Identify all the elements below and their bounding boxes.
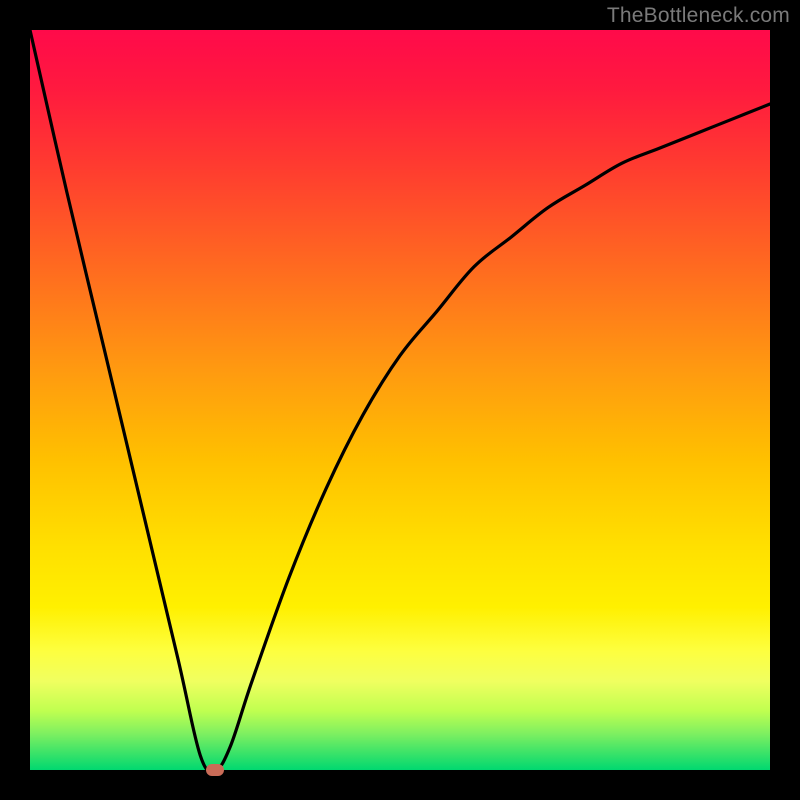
curve-svg <box>30 30 770 770</box>
curve-path <box>30 30 770 770</box>
plot-area <box>30 30 770 770</box>
min-marker <box>206 764 224 776</box>
attribution-text: TheBottleneck.com <box>607 4 790 28</box>
chart-frame: TheBottleneck.com <box>0 0 800 800</box>
